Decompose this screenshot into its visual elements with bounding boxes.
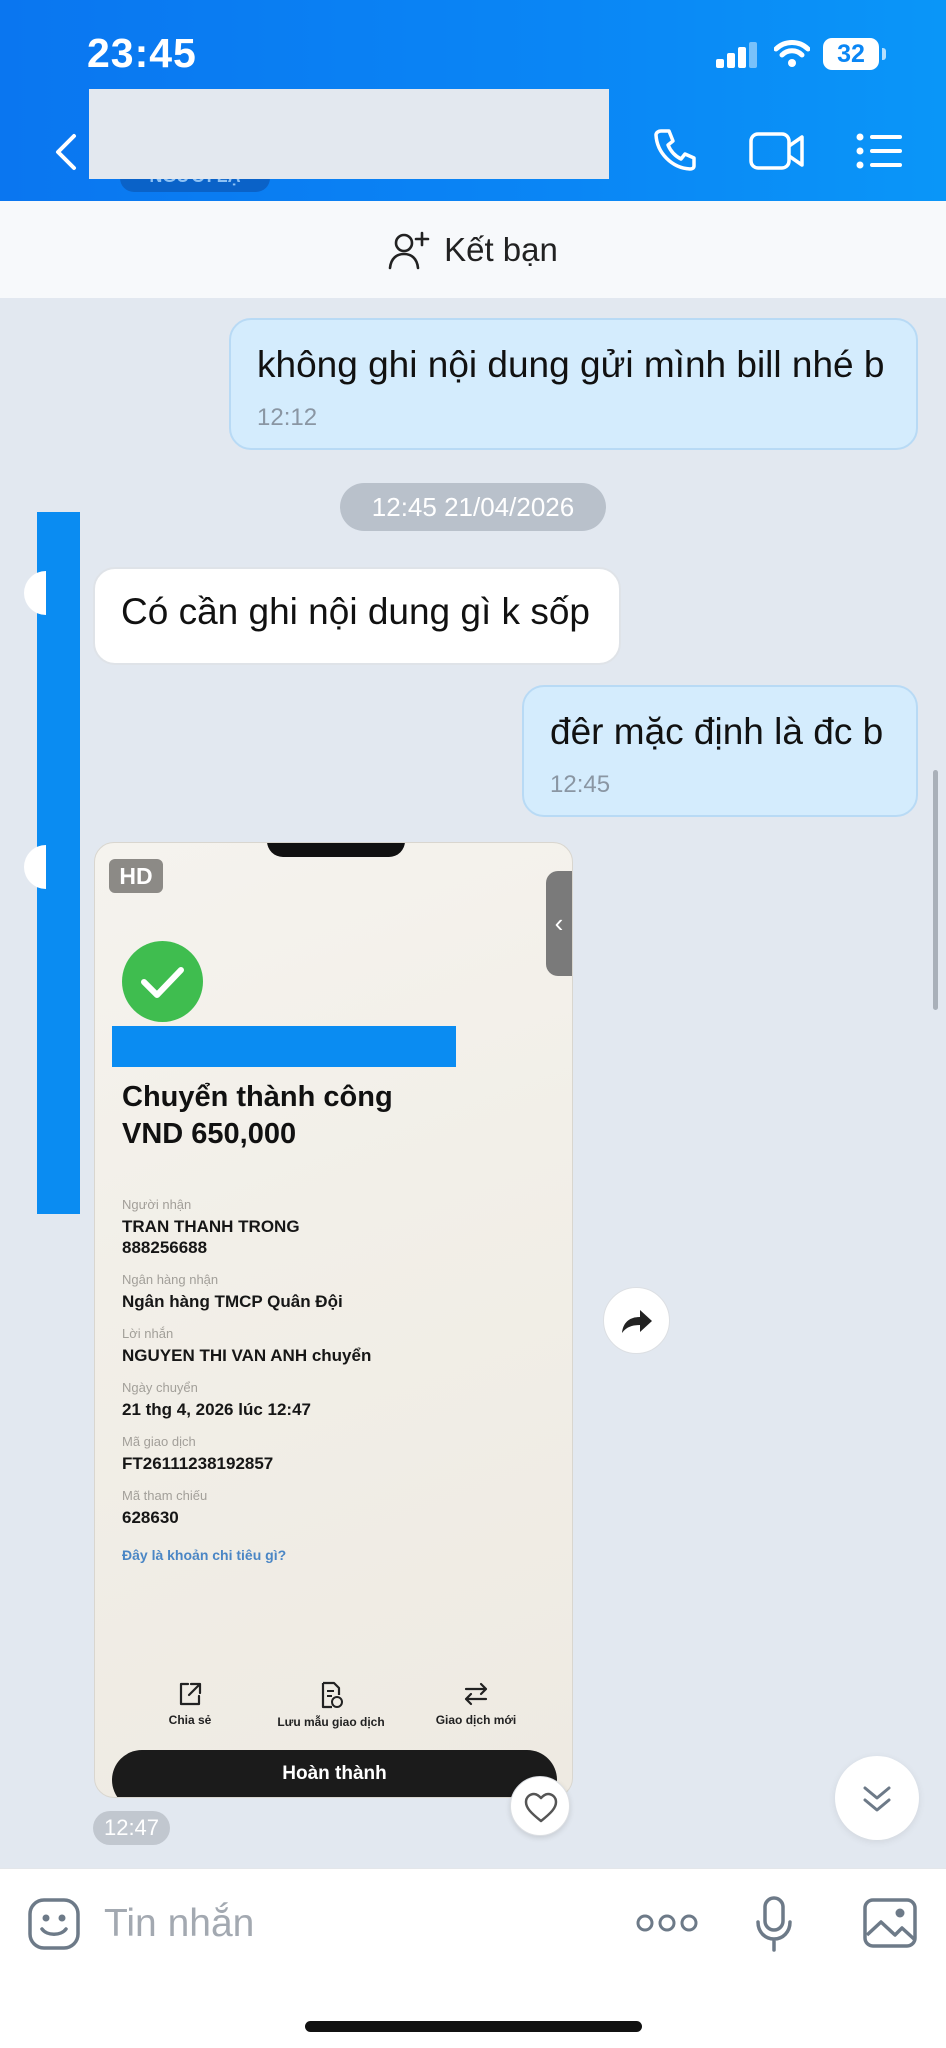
save-template-icon: [321, 1681, 343, 1709]
add-friend-bar[interactable]: Kết bạn: [0, 201, 946, 298]
receipt-field-date: Ngày chuyển 21 thg 4, 2026 lúc 12:47: [122, 1380, 311, 1420]
field-value-account: 888256688: [122, 1238, 208, 1257]
field-key: Mã giao dịch: [122, 1434, 196, 1449]
redacted-contact-name[interactable]: [89, 89, 609, 179]
home-indicator[interactable]: [305, 2021, 642, 2032]
message-text: đêr mặc định là đc b: [550, 711, 884, 752]
add-friend-label: Kết bạn: [444, 230, 558, 268]
chat-header: 23:45 32 NGƯỜI LẠ: [0, 0, 946, 201]
heart-icon: [524, 1792, 558, 1823]
action-label: Lưu mẫu giao dịch: [277, 1715, 385, 1729]
message-text: Có cần ghi nội dung gì k sốp: [121, 591, 590, 632]
double-chevron-down-icon: [863, 1786, 891, 1812]
field-value: TRAN THANH TRONG: [122, 1217, 300, 1236]
hd-badge: HD: [109, 859, 163, 893]
sticker-emoji-icon[interactable]: [27, 1897, 81, 1951]
battery-icon: 32: [823, 38, 886, 70]
message-input[interactable]: [104, 1891, 604, 1957]
message-time: 12:45: [550, 771, 611, 798]
field-value: Ngân hàng TMCP Quân Đội: [122, 1292, 343, 1311]
receipt-field-note: Lời nhắn NGUYEN THI VAN ANH chuyển: [122, 1326, 371, 1366]
message-text: không ghi nội dung gửi mình bill nhé b: [257, 344, 885, 385]
field-value: FT26111238192857: [122, 1454, 274, 1473]
message-bubble-outgoing[interactable]: đêr mặc định là đc b 12:45: [522, 685, 918, 817]
field-value: NGUYEN THI VAN ANH chuyển: [122, 1346, 372, 1365]
redaction-bar: [112, 1026, 456, 1067]
wifi-icon: [774, 40, 810, 67]
field-key: Lời nhắn: [122, 1326, 174, 1341]
forward-button[interactable]: [603, 1287, 670, 1354]
receipt-action-share: Chia sẻ: [145, 1681, 235, 1727]
field-key: Mã tham chiếu: [122, 1488, 208, 1503]
contact-avatar[interactable]: [24, 571, 46, 615]
add-friend-icon: [388, 231, 430, 269]
expense-category-link: Đây là khoản chi tiêu gì?: [122, 1547, 287, 1563]
video-call-icon[interactable]: [748, 131, 806, 171]
phone-notch: [267, 843, 405, 857]
date-separator: 12:45 21/04/2026: [340, 483, 606, 531]
cellular-signal-icon: [716, 42, 757, 68]
image-message-receipt[interactable]: HD ‹ Chuyển thành công VND 650,000 Người…: [94, 842, 573, 1798]
image-message-time: 12:47: [93, 1811, 170, 1845]
side-tab-chevron-icon: ‹: [546, 871, 572, 976]
receipt-status: Chuyển thành công: [122, 1081, 393, 1113]
menu-list-icon[interactable]: [856, 133, 902, 169]
back-button[interactable]: [48, 132, 84, 172]
scroll-to-bottom-button[interactable]: [835, 1756, 919, 1840]
receipt-action-save-template: Lưu mẫu giao dịch: [266, 1681, 396, 1729]
receipt-title: Chuyển thành công VND 650,000: [122, 1079, 393, 1153]
receipt-field-bank: Ngân hàng nhận Ngân hàng TMCP Quân Đội: [122, 1272, 343, 1312]
more-options-icon[interactable]: [636, 1913, 698, 1933]
field-value: 628630: [122, 1508, 179, 1527]
action-label: Chia sẻ: [168, 1713, 212, 1727]
receipt-action-new-transfer: Giao dịch mới: [426, 1681, 526, 1727]
transfer-arrows-icon: [464, 1682, 488, 1706]
field-key: Ngân hàng nhận: [122, 1272, 219, 1287]
chat-scrollbar[interactable]: [933, 770, 938, 1010]
message-composer: [0, 1868, 946, 2048]
receipt-field-recipient: Người nhận TRAN THANH TRONG 888256688: [122, 1197, 300, 1258]
gallery-image-icon[interactable]: [862, 1897, 918, 1949]
share-icon: [179, 1682, 202, 1706]
message-bubble-outgoing[interactable]: không ghi nội dung gửi mình bill nhé b 1…: [229, 318, 918, 450]
message-bubble-incoming[interactable]: Có cần ghi nội dung gì k sốp: [93, 567, 621, 665]
forward-arrow-icon: [622, 1310, 652, 1333]
receipt-field-transaction-id: Mã giao dịch FT26111238192857: [122, 1434, 273, 1474]
message-time: 12:12: [257, 404, 318, 431]
phone-call-icon[interactable]: [651, 125, 699, 173]
field-key: Người nhận: [122, 1197, 192, 1212]
react-heart-button[interactable]: [510, 1776, 570, 1836]
action-label: Giao dịch mới: [435, 1713, 517, 1727]
receipt-field-reference: Mã tham chiếu 628630: [122, 1488, 207, 1528]
receipt-done-button: Hoàn thành: [112, 1750, 557, 1797]
contact-avatar[interactable]: [24, 845, 46, 889]
field-value: 21 thg 4, 2026 lúc 12:47: [122, 1400, 311, 1419]
field-key: Ngày chuyển: [122, 1380, 198, 1395]
success-check-icon: [122, 941, 203, 1022]
microphone-icon[interactable]: [754, 1895, 794, 1953]
status-time: 23:45: [87, 30, 197, 76]
receipt-amount: VND 650,000: [122, 1118, 297, 1150]
